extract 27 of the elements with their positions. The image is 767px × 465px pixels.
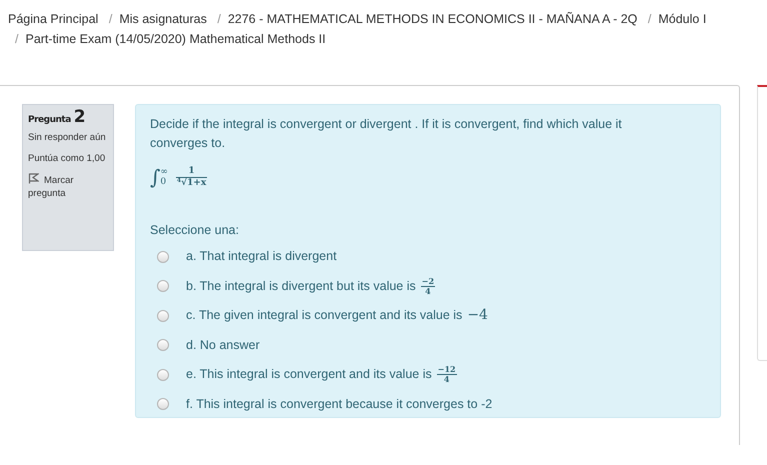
breadcrumb-link[interactable]: Mis asignaturas	[119, 12, 207, 26]
radio-button[interactable]	[157, 368, 169, 380]
answer-option[interactable]: a. That integral is divergent	[150, 242, 706, 272]
prompt-text: Seleccione una:	[150, 222, 240, 239]
radio-button[interactable]	[157, 250, 169, 262]
radio-button[interactable]	[157, 310, 169, 322]
radio-button[interactable]	[157, 339, 169, 351]
question-grade: Puntúa como 1,00	[28, 152, 106, 165]
breadcrumb-separator: /	[108, 12, 114, 26]
answer-option[interactable]: c. The given integral is convergent and its value is −4	[150, 300, 706, 330]
breadcrumb-separator: /	[216, 12, 222, 26]
question-number: 2	[74, 111, 86, 124]
breadcrumb-link[interactable]: Part-time Exam (14/05/2020) Mathematical Methods II	[25, 32, 326, 46]
question-label: Pregunta	[28, 114, 71, 127]
radio-button[interactable]	[157, 398, 169, 410]
breadcrumb-separator: /	[646, 12, 652, 26]
breadcrumb-link[interactable]: Página Principal	[8, 12, 98, 26]
question-state: Sin responder aún	[28, 131, 107, 144]
flag-link[interactable]: Marcar pregunta	[28, 173, 108, 200]
answer-option[interactable]: d. No answer	[150, 330, 706, 360]
breadcrumb-separator: /	[14, 32, 20, 46]
breadcrumb-link[interactable]: 2276 - MATHEMATICAL METHODS IN ECONOMICS II - MAÑANA A - 2Q	[228, 12, 638, 26]
flag-icon	[28, 173, 39, 184]
breadcrumb-link[interactable]: Módulo I	[658, 12, 706, 26]
answer-option[interactable]: f. This integral is convergent because it converges to -2	[150, 389, 706, 419]
question-text: Decide if the integral is convergent or divergent . If it is convergent, find which value it converges to.	[150, 116, 623, 152]
radio-button[interactable]	[157, 280, 169, 292]
